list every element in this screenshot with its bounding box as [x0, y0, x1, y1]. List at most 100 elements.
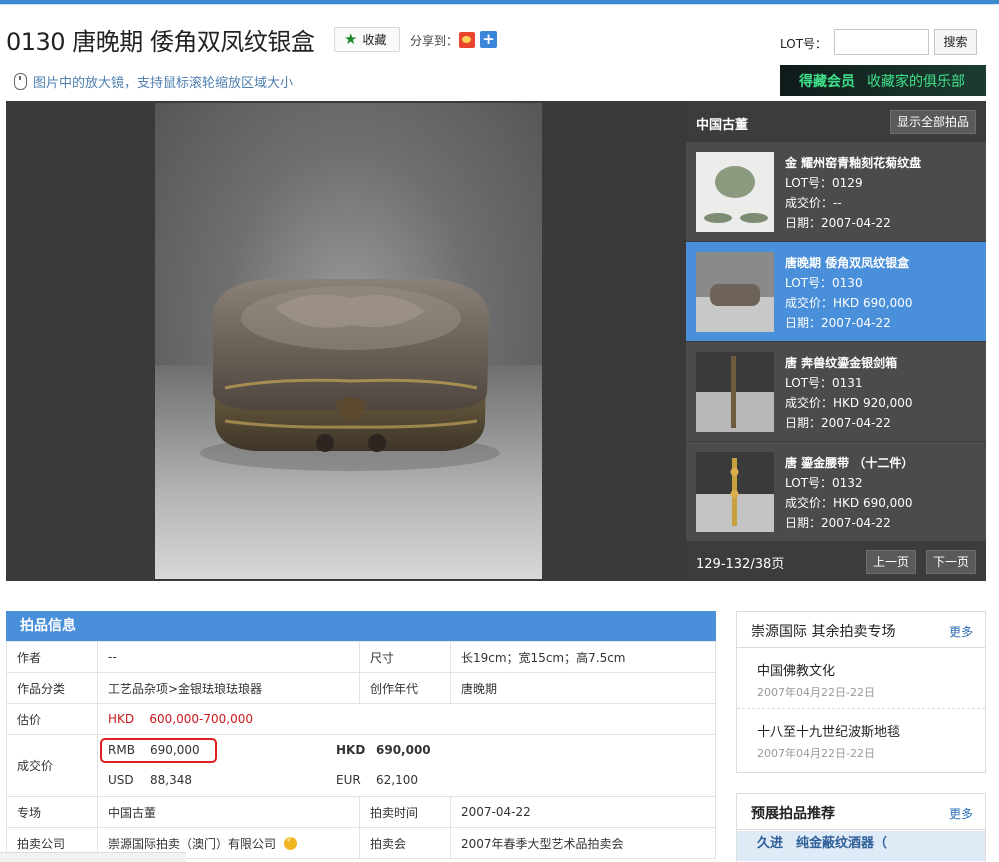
sidebar-lot-date: 日期：2007-04-22 — [785, 516, 891, 530]
estimate-label: 估价 — [6, 703, 98, 735]
lot-photo[interactable] — [155, 103, 542, 579]
preview-more-link[interactable]: 更多 — [949, 805, 973, 822]
session-value[interactable]: 中国古董 — [97, 796, 360, 828]
sidebar-lot-number: LOT号：0130 — [785, 276, 863, 290]
lot-thumbnail — [696, 452, 774, 532]
era-label: 创作年代 — [359, 672, 451, 704]
session-name[interactable]: 十八至十九世纪波斯地毯 — [757, 721, 985, 740]
session-date: 2007年04月22日-22日 — [757, 747, 875, 760]
page-title: 0130 唐晚期 倭角双凤纹银盒 — [6, 28, 315, 56]
zoom-tip: 图片中的放大镜，支持鼠标滚轮缩放区域大小 — [14, 72, 293, 91]
auction-time-value: 2007-04-22 — [450, 796, 716, 828]
lot-number-label: LOT号： — [780, 37, 828, 51]
lot-thumbnail — [696, 252, 774, 332]
sidebar-lot-price: 成交价：HKD 920,000 — [785, 396, 913, 410]
verified-badge-icon — [284, 835, 298, 850]
sidebar-title: 中国古董 — [696, 118, 749, 133]
member-club-banner[interactable]: 得藏会员 收藏家的俱乐部 — [780, 65, 986, 96]
preview-recommend-panel: 预展拍品推荐 更多 久进 纯金蔽纹酒器（ — [736, 793, 986, 862]
lot-sidebar: 中国古董 显示全部拍品 金 耀州窑青釉刻花菊纹盘 LOT号：0129 成交价：-… — [686, 101, 986, 581]
eur-value: 62,100 — [376, 772, 418, 787]
lot-info-heading: 拍品信息 — [6, 611, 716, 641]
preview-title: 预展拍品推荐 — [751, 806, 835, 822]
rmb-value: 690,000 — [150, 742, 200, 757]
auction-name-value[interactable]: 2007年春季大型艺术品拍卖会 — [450, 827, 716, 859]
sidebar-lot-item[interactable]: 金 耀州窑青釉刻花菊纹盘 LOT号：0129 成交价：-- 日期：2007-04… — [686, 141, 986, 241]
sidebar-pagination: 129-132/38页 上一页 下一页 — [686, 541, 986, 581]
star-icon: ★ — [344, 30, 358, 48]
prev-page-button[interactable]: 上一页 — [866, 550, 916, 574]
session-date: 2007年04月22日-22日 — [757, 686, 875, 699]
page-indicator: 129-132/38页 — [696, 557, 785, 572]
sidebar-lot-item[interactable]: 唐 鎏金腰带 （十二件） LOT号：0132 成交价：HKD 690,000 日… — [686, 441, 986, 541]
lot-thumbnail — [696, 152, 774, 232]
company-name[interactable]: 崇源国际拍卖（澳门）有限公司 — [108, 837, 276, 851]
mouse-icon — [14, 73, 27, 90]
zoom-tip-text: 图片中的放大镜，支持鼠标滚轮缩放区域大小 — [33, 76, 294, 91]
other-sessions-header: 崇源国际 其余拍卖专场 更多 — [737, 612, 985, 648]
sidebar-lot-price: 成交价：HKD 690,000 — [785, 296, 913, 310]
sidebar-lot-name: 唐 奔兽纹鎏金银剑箱 — [785, 356, 898, 370]
estimate-value: HKD 600,000-700,000 — [97, 703, 716, 735]
estimate-range: 600,000-700,000 — [149, 712, 253, 726]
sidebar-lot-item[interactable]: 唐 奔兽纹鎏金银剑箱 LOT号：0131 成交价：HKD 920,000 日期：… — [686, 341, 986, 441]
image-viewer[interactable] — [6, 101, 686, 581]
weibo-share-icon[interactable] — [459, 32, 475, 48]
usd-value: 88,348 — [150, 772, 192, 787]
sidebar-lot-number: LOT号：0132 — [785, 476, 863, 490]
sidebar-lot-date: 日期：2007-04-22 — [785, 216, 891, 230]
lot-thumbnail — [696, 352, 774, 432]
deal-price-values: RMB 690,000 HKD 690,000 USD 88,348 EUR 6… — [97, 734, 716, 797]
author-value: -- — [97, 641, 360, 673]
session-name[interactable]: 中国佛教文化 — [757, 660, 985, 679]
session-list-item[interactable]: 中国佛教文化 2007年04月22日-22日 — [737, 648, 985, 709]
bottom-scroll-strip — [0, 852, 186, 862]
member-title: 得藏会员 — [799, 73, 855, 90]
lot-info-table: 作者 -- 尺寸 长19cm；宽15cm；高7.5cm 作品分类 工艺品杂项>金… — [6, 641, 716, 859]
plus-share-icon[interactable]: + — [480, 31, 497, 48]
silver-box-illustration — [200, 279, 500, 471]
estimate-currency: HKD — [108, 712, 135, 726]
sidebar-lot-date: 日期：2007-04-22 — [785, 416, 891, 430]
lot-info-panel: 拍品信息 作者 -- 尺寸 长19cm；宽15cm；高7.5cm 作品分类 工艺… — [6, 611, 716, 862]
hkd-value: 690,000 — [376, 742, 431, 757]
favorite-label: 收藏 — [362, 33, 387, 47]
preview-first-item[interactable]: 久进 纯金蔽纹酒器（ — [737, 831, 985, 861]
size-value: 长19cm；宽15cm；高7.5cm — [450, 641, 716, 673]
sidebar-lot-number: LOT号：0131 — [785, 376, 863, 390]
sidebar-lot-item-active[interactable]: 唐晚期 倭角双凤纹银盒 LOT号：0130 成交价：HKD 690,000 日期… — [686, 241, 986, 341]
sidebar-lot-name: 唐晚期 倭角双凤纹银盒 — [785, 256, 910, 270]
auction-name-label: 拍卖会 — [359, 827, 451, 859]
deal-price-label: 成交价 — [6, 734, 98, 797]
other-sessions-panel: 崇源国际 其余拍卖专场 更多 中国佛教文化 2007年04月22日-22日 十八… — [736, 611, 986, 773]
rmb-currency: RMB — [108, 742, 135, 757]
sidebar-lot-name: 金 耀州窑青釉刻花菊纹盘 — [785, 156, 922, 170]
sidebar-lot-price: 成交价：HKD 690,000 — [785, 496, 913, 510]
usd-currency: USD — [108, 772, 134, 787]
preview-header: 预展拍品推荐 更多 — [737, 794, 985, 830]
session-list-item[interactable]: 十八至十九世纪波斯地毯 2007年04月22日-22日 — [737, 709, 985, 770]
other-sessions-more-link[interactable]: 更多 — [949, 623, 973, 640]
category-label: 作品分类 — [6, 672, 98, 704]
size-label: 尺寸 — [359, 641, 451, 673]
hkd-currency: HKD — [336, 742, 366, 757]
author-label: 作者 — [6, 641, 98, 673]
session-label: 专场 — [6, 796, 98, 828]
other-sessions-title: 崇源国际 其余拍卖专场 — [751, 624, 896, 640]
lot-number-input[interactable] — [834, 29, 929, 55]
sidebar-header: 中国古董 显示全部拍品 — [686, 101, 986, 141]
sidebar-lot-price: 成交价：-- — [785, 196, 842, 210]
member-subtitle: 收藏家的俱乐部 — [867, 73, 965, 90]
eur-currency: EUR — [336, 772, 361, 787]
sidebar-lot-date: 日期：2007-04-22 — [785, 316, 891, 330]
era-value: 唐晚期 — [450, 672, 716, 704]
sidebar-lot-number: LOT号：0129 — [785, 176, 863, 190]
next-page-button[interactable]: 下一页 — [926, 550, 976, 574]
search-button[interactable]: 搜索 — [934, 29, 977, 55]
favorite-button[interactable]: ★ 收藏 — [334, 27, 400, 52]
show-all-lots-button[interactable]: 显示全部拍品 — [890, 110, 976, 134]
top-accent-line-light — [0, 4, 999, 5]
share-label: 分享到： — [410, 34, 459, 48]
category-value: 工艺品杂项>金银珐琅珐琅器 — [97, 672, 360, 704]
sidebar-lot-name: 唐 鎏金腰带 （十二件） — [785, 456, 914, 470]
